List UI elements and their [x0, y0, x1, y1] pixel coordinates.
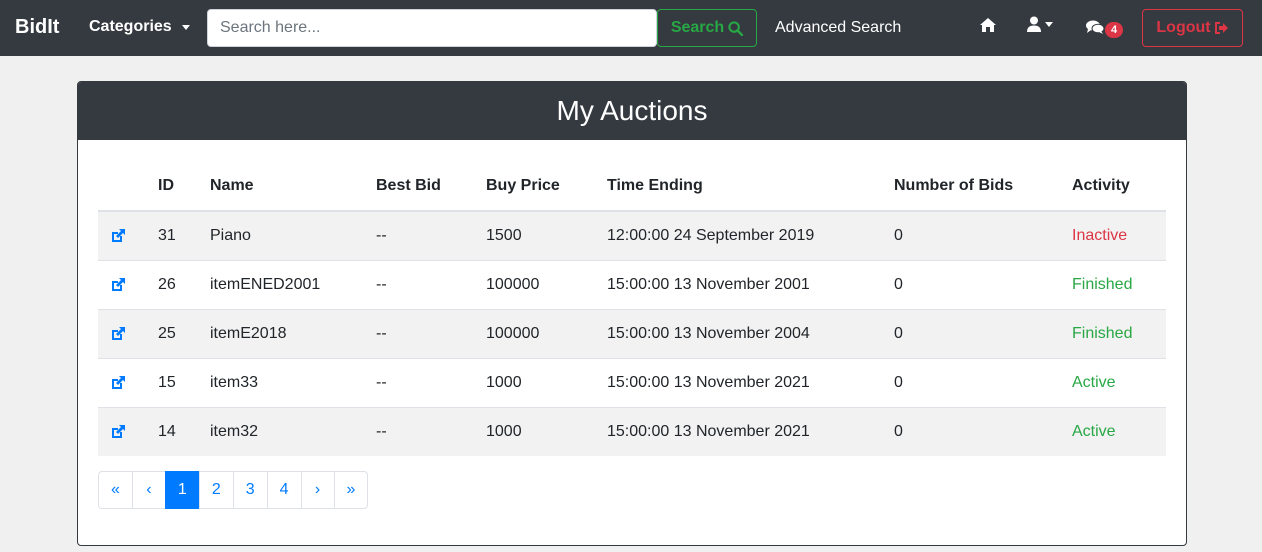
header-number-of-bids: Number of Bids — [894, 161, 1072, 212]
brand-logo[interactable]: BidIt — [15, 15, 59, 39]
cell-id: 15 — [158, 357, 210, 407]
table-row: 25 itemE2018 -- 100000 15:00:00 13 Novem… — [98, 308, 1166, 358]
caret-down-icon — [1045, 21, 1053, 27]
cell-activity: Active — [1072, 406, 1166, 456]
cell-time-ending: 15:00:00 13 November 2001 — [607, 259, 894, 309]
header-best-bid: Best Bid — [376, 161, 486, 212]
table-row: 31 Piano -- 1500 12:00:00 24 September 2… — [98, 210, 1166, 260]
caret-down-icon — [181, 24, 190, 30]
cell-id: 31 — [158, 210, 210, 260]
external-link-icon[interactable] — [110, 375, 126, 391]
cell-time-ending: 15:00:00 13 November 2021 — [607, 357, 894, 407]
cell-activity: Inactive — [1072, 210, 1166, 260]
cell-time-ending: 15:00:00 13 November 2021 — [607, 406, 894, 456]
external-link-icon[interactable] — [110, 277, 126, 293]
card-title: My Auctions — [78, 82, 1186, 140]
cell-bids: 0 — [894, 357, 1072, 407]
cell-best-bid: -- — [376, 259, 486, 309]
table-header-row: ID Name Best Bid Buy Price Time Ending N… — [98, 161, 1166, 212]
cell-buy-price: 1000 — [486, 406, 607, 456]
auctions-table: ID Name Best Bid Buy Price Time Ending N… — [98, 161, 1166, 456]
home-icon[interactable] — [979, 17, 997, 33]
page-first-button[interactable]: « — [98, 471, 133, 509]
cell-name: item33 — [210, 357, 376, 407]
cell-name: itemE2018 — [210, 308, 376, 358]
cell-bids: 0 — [894, 406, 1072, 456]
cell-activity: Finished — [1072, 259, 1166, 309]
external-link-icon[interactable] — [110, 228, 126, 244]
cell-activity: Active — [1072, 357, 1166, 407]
page-prev-button[interactable]: ‹ — [131, 471, 166, 509]
my-auctions-card: My Auctions ID Name Best Bid Buy Price T… — [77, 81, 1187, 546]
header-id: ID — [158, 161, 210, 212]
header-activity: Activity — [1072, 161, 1166, 212]
user-dropdown[interactable] — [1027, 16, 1053, 32]
advanced-search-link[interactable]: Advanced Search — [775, 18, 901, 38]
table-row: 15 item33 -- 1000 15:00:00 13 November 2… — [98, 357, 1166, 407]
cell-buy-price: 100000 — [486, 259, 607, 309]
categories-dropdown[interactable]: Categories — [89, 17, 190, 37]
search-icon — [728, 20, 744, 36]
cell-best-bid: -- — [376, 308, 486, 358]
cell-buy-price: 1000 — [486, 357, 607, 407]
cell-time-ending: 15:00:00 13 November 2004 — [607, 308, 894, 358]
page-last-button[interactable]: » — [333, 471, 369, 509]
page-3-button[interactable]: 3 — [232, 471, 268, 509]
cell-name: Piano — [210, 210, 376, 260]
pagination: « ‹ 1 2 3 4 › » — [98, 471, 369, 509]
sign-out-icon — [1214, 22, 1228, 34]
cell-id: 14 — [158, 406, 210, 456]
navbar: BidIt Categories Search Advanced Search … — [0, 0, 1262, 56]
cell-id: 25 — [158, 308, 210, 358]
page-4-button[interactable]: 4 — [266, 471, 302, 509]
user-icon — [1027, 16, 1041, 32]
logout-button[interactable]: Logout — [1142, 9, 1243, 47]
page-1-button[interactable]: 1 — [164, 471, 200, 509]
external-link-icon[interactable] — [110, 326, 126, 342]
cell-best-bid: -- — [376, 210, 486, 260]
search-button[interactable]: Search — [657, 9, 757, 47]
cell-buy-price: 100000 — [486, 308, 607, 358]
cell-activity: Finished — [1072, 308, 1166, 358]
comments-icon — [1086, 20, 1104, 34]
page-2-button[interactable]: 2 — [198, 471, 234, 509]
search-button-label: Search — [670, 19, 725, 36]
cell-bids: 0 — [894, 210, 1072, 260]
cell-name: itemENED2001 — [210, 259, 376, 309]
messages-link[interactable]: 4 — [1086, 17, 1124, 38]
cell-buy-price: 1500 — [486, 210, 607, 260]
messages-count-badge: 4 — [1105, 22, 1124, 38]
search-input[interactable] — [207, 9, 657, 47]
cell-time-ending: 12:00:00 24 September 2019 — [607, 210, 894, 260]
header-buy-price: Buy Price — [486, 161, 607, 212]
header-edit — [98, 161, 158, 212]
cell-best-bid: -- — [376, 406, 486, 456]
cell-bids: 0 — [894, 308, 1072, 358]
header-name: Name — [210, 161, 376, 212]
external-link-icon[interactable] — [110, 424, 126, 440]
cell-name: item32 — [210, 406, 376, 456]
cell-best-bid: -- — [376, 357, 486, 407]
cell-id: 26 — [158, 259, 210, 309]
logout-button-label: Logout — [1156, 19, 1211, 36]
table-row: 26 itemENED2001 -- 100000 15:00:00 13 No… — [98, 259, 1166, 309]
cell-bids: 0 — [894, 259, 1072, 309]
page-next-button[interactable]: › — [300, 471, 335, 509]
table-row: 14 item32 -- 1000 15:00:00 13 November 2… — [98, 406, 1166, 456]
header-time-ending: Time Ending — [607, 161, 894, 212]
categories-label: Categories — [89, 18, 172, 35]
